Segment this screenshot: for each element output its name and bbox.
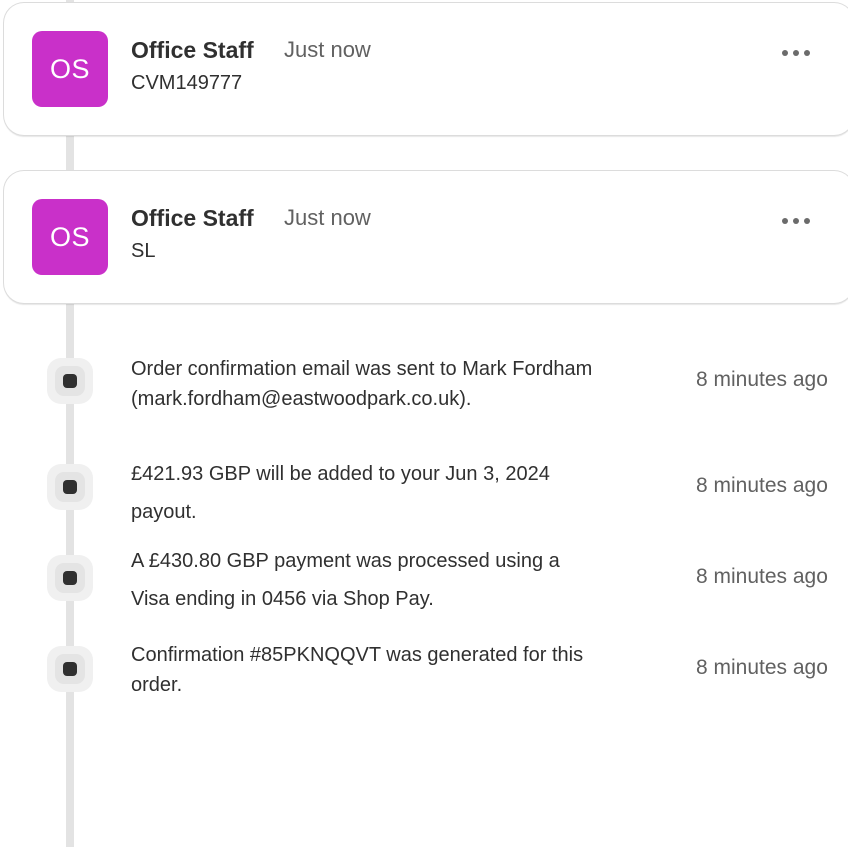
avatar: OS (32, 31, 108, 107)
event-text-line: Confirmation #85PKNQQVT was generated fo… (131, 644, 584, 666)
more-horizontal-icon (793, 50, 799, 56)
more-horizontal-icon (782, 50, 788, 56)
event-description: £421.93 GBP will be added to your Jun 3,… (131, 455, 661, 531)
avatar-initials: OS (49, 221, 90, 252)
avatar: OS (32, 199, 108, 275)
comment-message: CVM149777 (131, 72, 243, 94)
event-text-line: (mark.fordham@eastwoodpark.co.uk). (131, 388, 472, 410)
comment-time: Just now (284, 37, 371, 62)
comment-time: Just now (284, 205, 371, 230)
event-time: 8 minutes ago (696, 565, 828, 588)
event-text-line: payout. (131, 501, 197, 523)
event-time: 8 minutes ago (696, 368, 828, 391)
timeline-dot-icon (47, 464, 93, 510)
event-text-line: order. (131, 674, 183, 696)
more-actions-button[interactable] (770, 207, 822, 235)
more-horizontal-icon (804, 218, 810, 224)
event-text-line: A £430.80 GBP payment was processed usin… (131, 550, 560, 572)
event-text-line: £421.93 GBP will be added to your Jun 3,… (131, 463, 550, 485)
more-horizontal-icon (793, 218, 799, 224)
event-description: Confirmation #85PKNQQVT was generated fo… (131, 640, 661, 700)
event-time: 8 minutes ago (696, 474, 828, 497)
event-description: A £430.80 GBP payment was processed usin… (131, 542, 661, 618)
event-time: 8 minutes ago (696, 656, 828, 679)
timeline-dot-icon (47, 646, 93, 692)
more-actions-button[interactable] (770, 39, 822, 67)
event-text-line: Visa ending in 0456 via Shop Pay. (131, 588, 434, 610)
more-horizontal-icon (804, 50, 810, 56)
comment-card: OS Office Staff Just now CVM149777 (4, 3, 848, 135)
more-horizontal-icon (782, 218, 788, 224)
timeline-dot-icon (47, 555, 93, 601)
comment-author: Office Staff (131, 205, 254, 231)
event-description: Order confirmation email was sent to Mar… (131, 354, 661, 414)
comment-card: OS Office Staff Just now SL (4, 171, 848, 303)
timeline-dot-icon (47, 358, 93, 404)
event-text-line: Order confirmation email was sent to Mar… (131, 358, 593, 380)
comment-message: SL (131, 240, 156, 262)
comment-author: Office Staff (131, 37, 254, 63)
avatar-initials: OS (49, 53, 90, 84)
